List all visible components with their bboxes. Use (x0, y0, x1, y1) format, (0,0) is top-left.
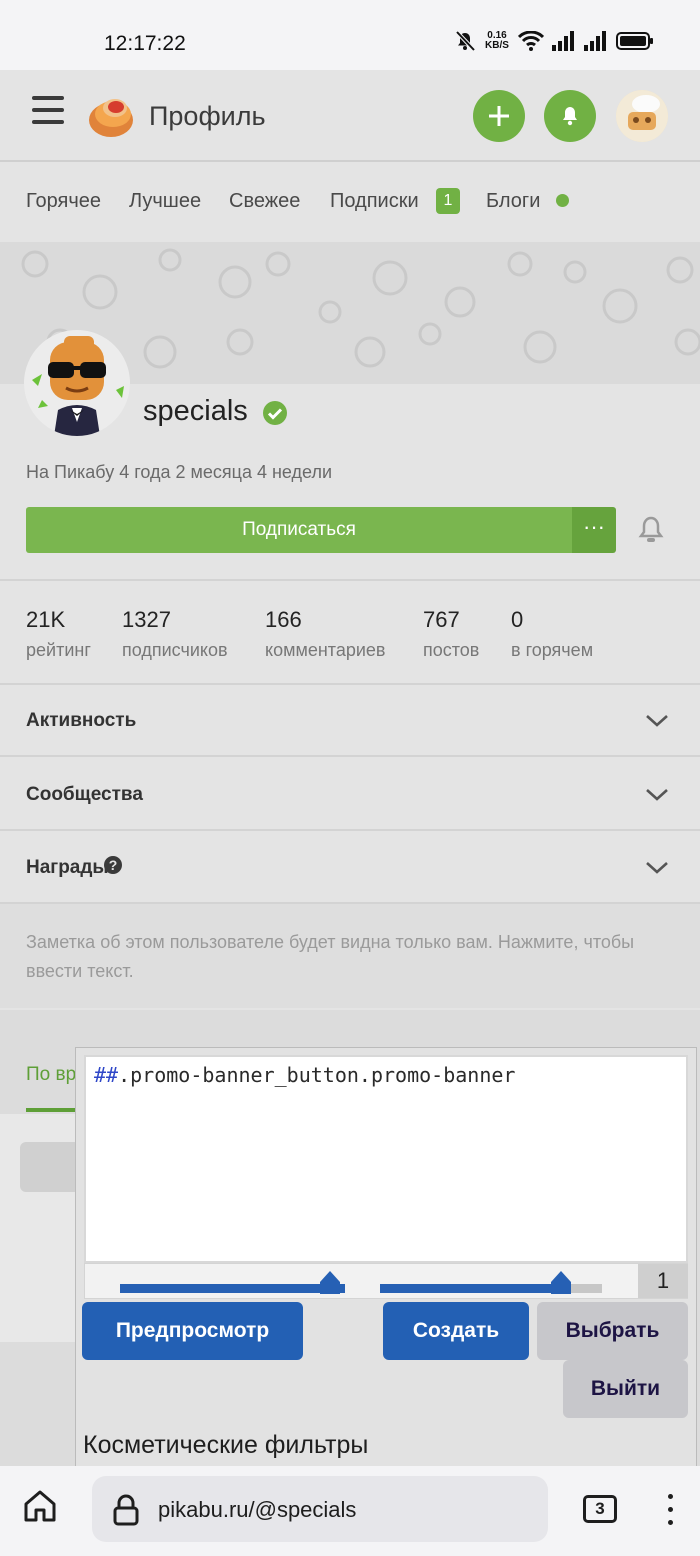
url-text: pikabu.ru/@specials (158, 1497, 357, 1522)
section-communities[interactable]: Сообщества (0, 759, 700, 831)
mute-icon (455, 30, 476, 52)
avatar[interactable] (616, 90, 668, 142)
add-post-button[interactable] (473, 90, 525, 142)
chevron-down-icon (646, 715, 668, 727)
tab-fresh[interactable]: Свежее (229, 190, 300, 213)
address-bar[interactable]: pikabu.ru/@specials (92, 1476, 548, 1542)
plus-icon (489, 106, 509, 126)
stat-posts-value[interactable]: 767 (423, 607, 460, 633)
profile-avatar[interactable] (24, 330, 130, 436)
slider-depth-thumb[interactable] (317, 1268, 343, 1294)
pikabu-logo[interactable] (86, 90, 136, 140)
stat-rating-value: 21K (26, 607, 66, 632)
user-note[interactable]: Заметка об этом пользователе будет видна… (0, 904, 700, 1008)
signal-icon (552, 31, 574, 51)
section-awards-label: Награды (26, 857, 109, 878)
section-activity-label: Активность (26, 710, 137, 731)
divider (0, 579, 700, 581)
notifications-button[interactable] (544, 90, 596, 142)
filter-rule-editor[interactable]: ##.promo-banner_button.promo-banner (84, 1055, 688, 1263)
stat-subscribers-label[interactable]: подписчиков (122, 640, 228, 661)
menu-icon[interactable] (32, 96, 64, 126)
status-bar: 12:17:22 0.16 KB/S (0, 0, 700, 70)
app-header: Профиль (0, 70, 700, 162)
match-count: 1 (638, 1264, 688, 1298)
tab-subscriptions[interactable]: Подписки (330, 190, 419, 213)
page-title: Профиль (149, 101, 266, 131)
slider-specificity-track[interactable] (380, 1284, 560, 1293)
on-site-duration: На Пикабу 4 года 2 месяца 4 недели (26, 462, 333, 482)
wifi-icon (518, 31, 544, 51)
feed-tabs: Горячее Лучшее Свежее Подписки Блоги (0, 162, 700, 242)
stat-comments-label[interactable]: комментариев (265, 640, 385, 661)
tab-blogs[interactable]: Блоги (486, 190, 540, 213)
subscribe-button[interactable]: Подписаться (26, 507, 572, 553)
home-icon[interactable] (22, 1488, 58, 1524)
selector-sliders (84, 1263, 688, 1299)
stat-subscribers-value[interactable]: 1327 (122, 607, 171, 633)
more-options-button[interactable]: ··· (572, 507, 616, 553)
exit-button[interactable]: Выйти (563, 1360, 688, 1418)
stat-hot-value: 0 (511, 607, 524, 632)
clock: 12:17:22 (104, 32, 186, 55)
tab-switcher-button[interactable]: 3 (583, 1495, 617, 1523)
section-awards[interactable]: Награды ? (0, 832, 700, 904)
tab-best[interactable]: Лучшее (129, 190, 201, 213)
tab-hot[interactable]: Горячее (26, 190, 101, 213)
filter-chip[interactable] (20, 1142, 80, 1192)
net-speed: 0.16 KB/S (485, 30, 509, 51)
notify-bell-icon[interactable] (636, 515, 666, 545)
blogs-indicator-dot (556, 194, 569, 207)
user-note-placeholder: Заметка об этом пользователе будет видна… (26, 932, 635, 981)
slider-depth-track[interactable] (120, 1284, 345, 1293)
preview-button[interactable]: Предпросмотр (82, 1302, 303, 1360)
help-icon[interactable]: ? (104, 856, 122, 874)
overflow-menu-icon[interactable] (667, 1494, 675, 1526)
subscriptions-badge: 1 (436, 188, 460, 214)
rule-prefix: ## (94, 1063, 119, 1087)
create-button[interactable]: Создать (383, 1302, 529, 1360)
user-avatar-image (616, 90, 668, 142)
bell-icon (563, 107, 577, 126)
chevron-down-icon (646, 862, 668, 874)
section-communities-label: Сообщества (26, 784, 143, 805)
profile-username: specials (143, 395, 248, 427)
filter-rule-text: ##.promo-banner_button.promo-banner (94, 1063, 515, 1087)
stat-hot-label: в горячем (511, 640, 594, 660)
stat-comments-value[interactable]: 166 (265, 607, 302, 633)
verified-icon (263, 401, 287, 425)
battery-icon (616, 32, 653, 50)
status-icons: 0.16 KB/S (454, 30, 654, 52)
browser-toolbar: pikabu.ru/@specials 3 (0, 1466, 700, 1556)
signal-icon (584, 31, 606, 51)
stat-posts-label[interactable]: постов (423, 640, 479, 661)
chevron-down-icon (646, 789, 668, 801)
lock-icon[interactable] (112, 1494, 140, 1526)
slider-specificity-thumb[interactable] (548, 1268, 574, 1294)
profile-avatar-image (24, 330, 130, 436)
section-activity[interactable]: Активность (0, 685, 700, 757)
tab-by-time[interactable]: По вр (26, 1064, 76, 1086)
stat-rating-label: рейтинг (26, 640, 91, 660)
pick-button[interactable]: Выбрать (537, 1302, 688, 1360)
cosmetic-filters-title: Косметические фильтры (83, 1431, 369, 1459)
rule-body: .promo-banner_button.promo-banner (118, 1063, 516, 1087)
